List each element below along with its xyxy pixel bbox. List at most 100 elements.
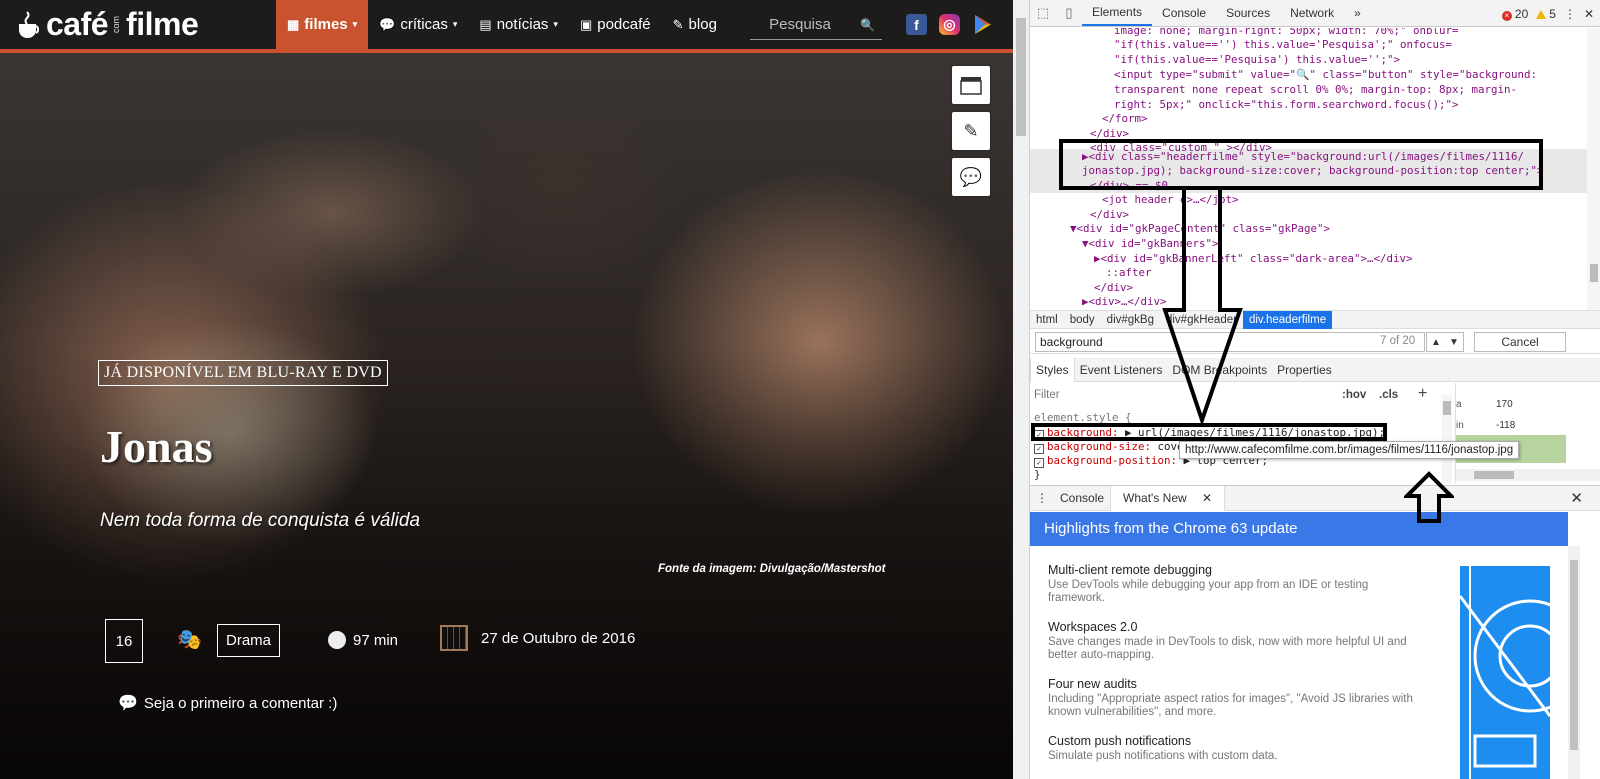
scrollbar-thumb[interactable] [1474,471,1514,479]
dom-line[interactable]: </div> [1094,281,1133,296]
breadcrumb-item[interactable]: div#gkBg [1101,314,1160,326]
drawer-tabs: ⋮ Console What's New ✕ ✕ [1030,485,1600,511]
inspect-element-icon[interactable]: ⬚ [1030,0,1056,26]
scrollbar-thumb[interactable] [1443,401,1451,415]
chrome-devtools-illustration [1460,566,1550,779]
dom-line[interactable]: </div> [1090,127,1129,142]
nav-blog[interactable]: ✎ blog [662,0,728,49]
dom-line[interactable]: ▶<div>…</div> [1082,295,1167,310]
availability-badge: JÁ DISPONÍVEL EM BLU-RAY E DVD [98,360,388,386]
search-input[interactable] [750,16,850,33]
chevron-down-icon: ▾ [553,19,558,29]
age-rating-badge: 16 [105,619,143,663]
instagram-icon[interactable]: ◎ [939,14,960,35]
hover-state-toggle[interactable]: :hov [1342,389,1366,401]
clapper-icon: ▦ [287,16,300,32]
facebook-icon[interactable]: f [906,14,927,35]
cancel-button[interactable]: Cancel [1474,332,1566,352]
scrollbar-thumb[interactable] [1590,264,1598,282]
drawer-tab-whats-new[interactable]: What's New ✕ [1110,485,1226,511]
warning-icon [1536,9,1547,19]
chevron-down-icon: ▾ [352,19,358,29]
dom-line[interactable]: "if(this.value=='') this.value='Pesquisa… [1114,38,1452,53]
whats-new-scrollbar[interactable] [1568,546,1580,779]
scrollbar-thumb[interactable] [1016,18,1026,136]
styles-filter-input[interactable]: Filter [1034,389,1060,401]
nav-criticas[interactable]: 💬 críticas ▾ [368,0,468,49]
dom-line[interactable]: </form> [1102,112,1148,127]
dom-line-selected[interactable]: ▶<div class="headerfilme" style="backgro… [1082,150,1524,165]
comments-button[interactable]: 💬 [952,158,990,196]
dom-line-selected[interactable]: jonastop.jpg); background-size:cover; ba… [1082,164,1544,179]
tab-console[interactable]: Console [1152,0,1216,26]
find-count: 7 of 20 [1380,335,1416,347]
warning-count[interactable]: 5 [1536,7,1556,21]
whats-new-item[interactable]: Four new audits Including "Appropriate a… [1048,677,1418,719]
nav-noticias[interactable]: ▤ notícias ▾ [468,0,569,49]
more-options-icon[interactable]: ⋮ [1564,7,1576,21]
drawer-menu-icon[interactable]: ⋮ [1030,491,1054,505]
dom-line[interactable]: ::after [1106,266,1152,281]
breadcrumb-item[interactable]: html [1030,314,1064,326]
nav-filmes[interactable]: ▦ filmes ▾ [276,0,369,49]
property-name[interactable]: background-size: [1047,440,1151,453]
class-toggle[interactable]: .cls [1379,389,1398,401]
box-value[interactable]: -118 [1496,420,1515,431]
tab-styles[interactable]: Styles [1030,357,1075,382]
breadcrumb-item[interactable]: body [1064,314,1101,326]
styles-scrollbar[interactable] [1442,395,1452,483]
tab-event-listeners[interactable]: Event Listeners [1075,358,1168,382]
dom-line[interactable]: right: 5px;" onclick="this.form.searchwo… [1114,98,1459,113]
whats-new-item[interactable]: Workspaces 2.0 Save changes made in DevT… [1048,620,1418,662]
more-tabs-button[interactable]: » [1344,0,1371,26]
style-property-background-size[interactable]: ✓ background-size: cover; [1034,440,1197,454]
chevron-down-icon[interactable]: ▼ [1449,337,1459,348]
dom-line[interactable]: "if(this.value=='Pesquisa') this.value='… [1114,53,1400,68]
close-icon[interactable]: ✕ [1584,7,1594,21]
checkbox-icon[interactable]: ✓ [1034,458,1044,468]
tab-network[interactable]: Network [1280,0,1344,26]
pencil-icon: ✎ [963,120,979,141]
dom-line[interactable]: image: none; margin-right: 50px; width: … [1114,28,1459,39]
property-name[interactable]: background-position: [1047,454,1177,467]
coffee-cup-icon [19,10,40,38]
google-play-icon[interactable] [972,14,993,35]
genre-tag[interactable]: Drama [217,624,281,657]
whats-new-item[interactable]: Multi-client remote debugging Use DevToo… [1048,563,1418,605]
nav-podcafe[interactable]: ▣ podcafé [569,0,662,49]
release-date-text: 27 de Outubro de 2016 [481,629,636,647]
dom-line[interactable]: <input type="submit" value="🔍" class="bu… [1114,68,1537,83]
speech-bubbles-icon: 💬 [118,695,138,712]
speech-icon: 💬 [379,16,396,32]
drawer-tab-console[interactable]: Console [1054,491,1110,505]
site-logo[interactable]: café com filme [18,6,199,43]
error-count[interactable]: × 20 [1501,7,1528,21]
checkbox-icon[interactable]: ✓ [1034,444,1044,454]
search-icon[interactable]: 🔍 [860,18,875,32]
checkbox-icon[interactable]: ✓ [1034,430,1044,440]
comments-link[interactable]: 💬 Seja o primeiro a comentar :) [118,693,337,713]
dom-tree: image: none; margin-right: 50px; width: … [1030,28,1600,310]
dom-line[interactable]: transparent none repeat scroll 0% 0%; ma… [1114,83,1517,98]
box-value[interactable]: 170 [1496,399,1513,410]
logo-word-com: com [111,15,122,33]
dom-line[interactable]: </div> == $0 [1090,179,1168,194]
scrollbar-thumb[interactable] [1570,560,1578,750]
close-drawer-icon[interactable]: ✕ [1564,489,1589,507]
add-rule-icon[interactable]: + [1418,385,1427,403]
nav-label: críticas [400,16,448,33]
write-review-button[interactable]: ✎ [952,112,990,150]
property-name[interactable]: background: [1047,426,1119,439]
devtools-tabbar: ⬚ ▯ Elements Console Sources Network » ×… [1030,0,1600,27]
chevron-up-icon[interactable]: ▲ [1431,337,1441,348]
clapper-board-button[interactable] [952,66,990,104]
dom-scrollbar[interactable] [1587,28,1600,310]
device-toolbar-icon[interactable]: ▯ [1056,0,1082,26]
dom-line[interactable]: </div> [1090,208,1129,223]
page-scrollbar[interactable] [1013,0,1029,779]
box-scrollbar[interactable] [1456,469,1600,481]
whats-new-item[interactable]: Custom push notifications Simulate push … [1048,734,1418,763]
close-icon[interactable]: ✕ [1196,491,1218,505]
tab-elements[interactable]: Elements [1082,0,1153,26]
tab-sources[interactable]: Sources [1216,0,1280,26]
